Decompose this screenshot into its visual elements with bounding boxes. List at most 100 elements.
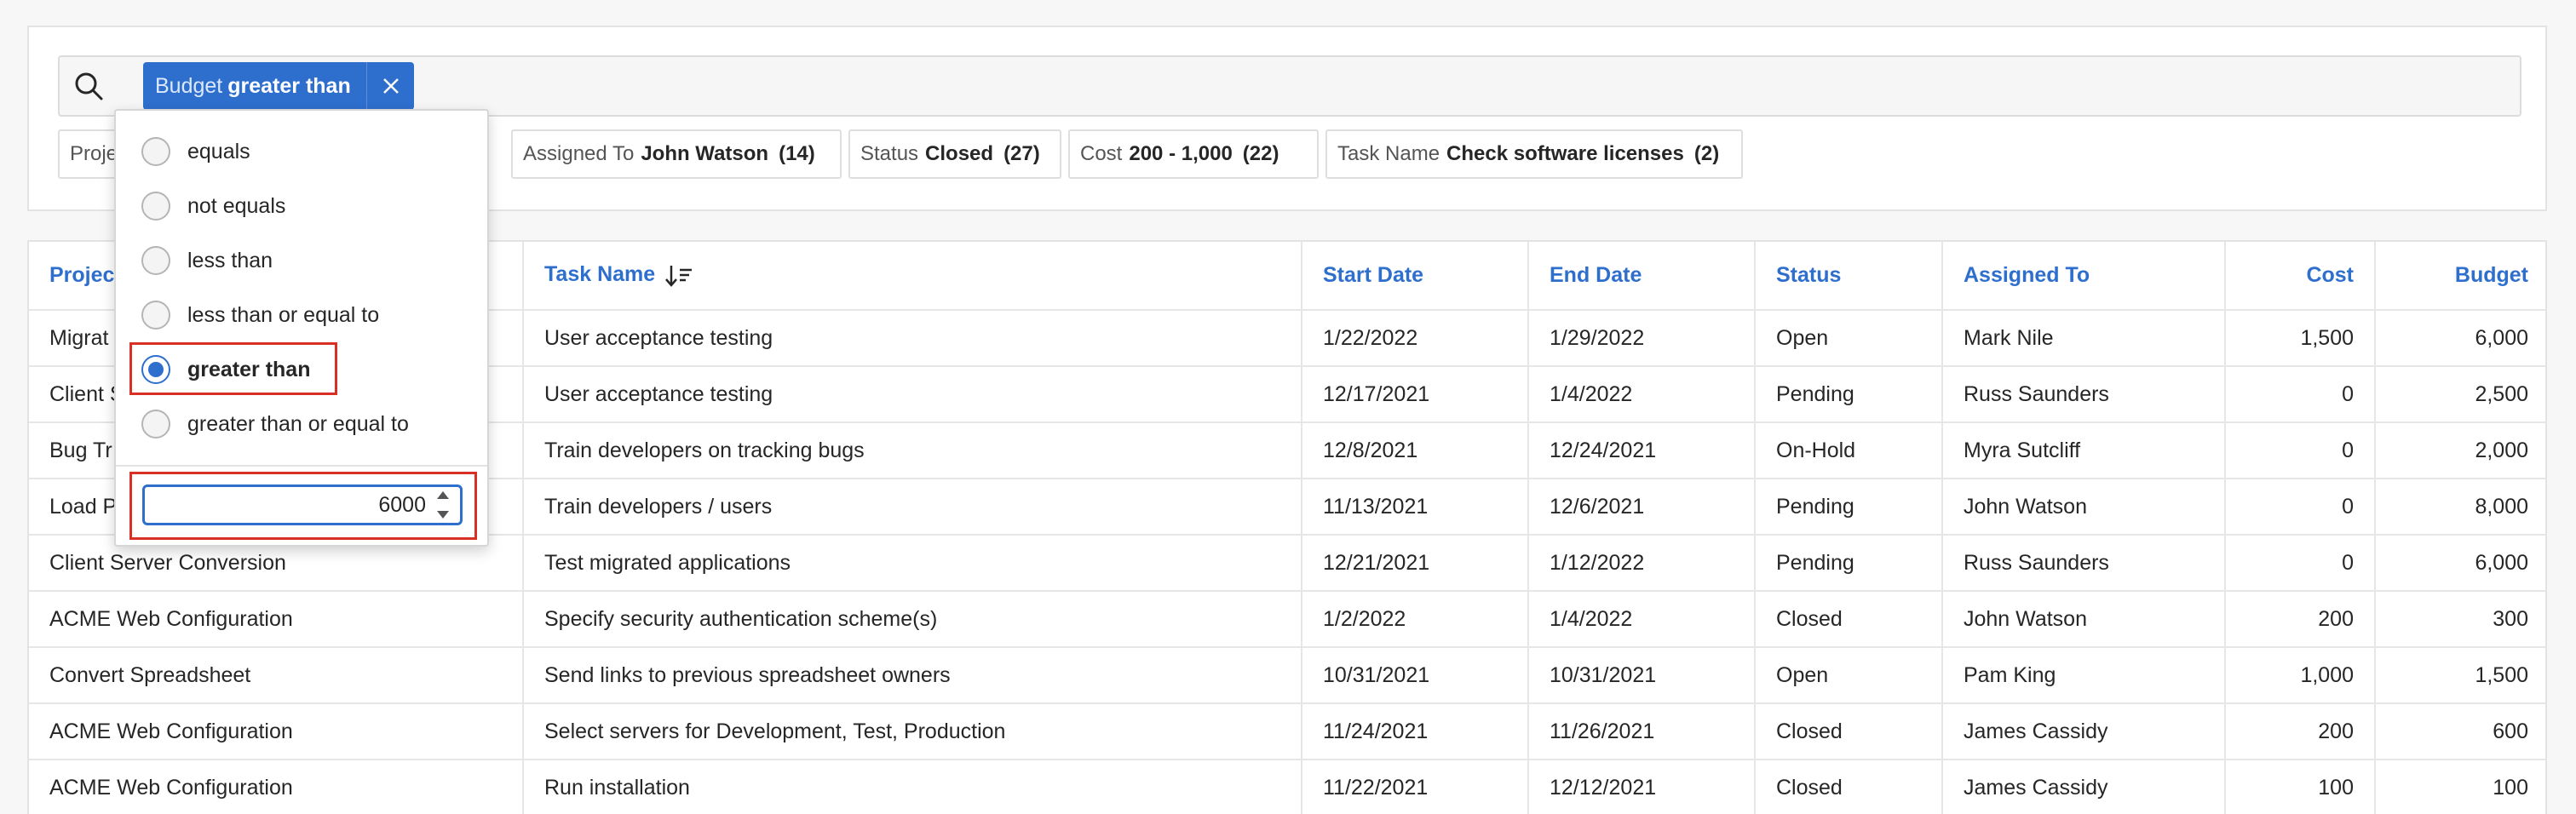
cell-task-name: Train developers on tracking bugs bbox=[523, 422, 1302, 479]
column-header-task-name[interactable]: Task Name bbox=[523, 242, 1302, 311]
facet-value: 200 - 1,000 bbox=[1129, 142, 1233, 165]
radio-button[interactable] bbox=[141, 410, 170, 439]
budget-filter-chip[interactable]: Budget greater than bbox=[143, 62, 414, 110]
cell-start-date: 1/2/2022 bbox=[1302, 591, 1529, 648]
divider bbox=[116, 465, 487, 467]
cell-end-date: 1/29/2022 bbox=[1528, 310, 1756, 367]
facet-count: (2) bbox=[1693, 142, 1720, 165]
cell-status: Closed bbox=[1755, 591, 1943, 648]
cell-end-date: 12/24/2021 bbox=[1528, 422, 1756, 479]
cell-start-date: 11/24/2021 bbox=[1302, 703, 1529, 760]
cell-status: Closed bbox=[1755, 703, 1943, 760]
radio-button-selected[interactable] bbox=[141, 355, 170, 384]
cell-end-date: 10/31/2021 bbox=[1528, 647, 1756, 704]
cell-start-date: 1/22/2022 bbox=[1302, 310, 1529, 367]
radio-button[interactable] bbox=[141, 192, 170, 221]
spinner-down-icon[interactable] bbox=[437, 511, 449, 519]
cell-status: On-Hold bbox=[1755, 422, 1943, 479]
cell-task-name: Test migrated applications bbox=[523, 535, 1302, 592]
column-header-assigned-to[interactable]: Assigned To bbox=[1942, 242, 2226, 311]
option-less-than[interactable]: less than bbox=[141, 244, 273, 278]
sort-descending-icon[interactable] bbox=[664, 263, 693, 289]
option-label: greater than or equal to bbox=[187, 411, 409, 436]
cell-end-date: 12/6/2021 bbox=[1528, 479, 1756, 536]
cell-budget: 2,000 bbox=[2375, 422, 2545, 479]
cell-cost: 1,000 bbox=[2225, 647, 2376, 704]
cell-task-name: User acceptance testing bbox=[523, 366, 1302, 423]
facet-label: Task Name bbox=[1337, 142, 1440, 165]
cell-assigned-to: Myra Sutcliff bbox=[1942, 422, 2226, 479]
facet-assigned-to[interactable]: Assigned To John Watson (14) bbox=[511, 129, 842, 179]
budget-value-input[interactable] bbox=[142, 484, 463, 525]
cell-task-name: User acceptance testing bbox=[523, 310, 1302, 367]
table-row[interactable]: Convert Spreadsheet Send links to previou… bbox=[29, 647, 2545, 704]
option-less-than-or-equal-to[interactable]: less than or equal to bbox=[141, 298, 379, 332]
number-spinner[interactable] bbox=[432, 491, 454, 519]
cell-end-date: 1/4/2022 bbox=[1528, 591, 1756, 648]
cell-status: Pending bbox=[1755, 535, 1943, 592]
cell-cost: 0 bbox=[2225, 479, 2376, 536]
close-icon bbox=[382, 78, 399, 94]
cell-start-date: 11/13/2021 bbox=[1302, 479, 1529, 536]
column-header-budget[interactable]: Budget bbox=[2375, 242, 2545, 311]
cell-assigned-to: James Cassidy bbox=[1942, 760, 2226, 814]
spinner-up-icon[interactable] bbox=[437, 491, 449, 499]
cell-start-date: 12/8/2021 bbox=[1302, 422, 1529, 479]
column-header-end-date[interactable]: End Date bbox=[1528, 242, 1756, 311]
option-greater-than[interactable]: greater than bbox=[141, 353, 310, 387]
table-row[interactable]: ACME Web Configuration Specify security a… bbox=[29, 591, 2545, 648]
facet-label: Proje bbox=[70, 142, 118, 165]
cell-assigned-to: James Cassidy bbox=[1942, 703, 2226, 760]
cell-assigned-to: John Watson bbox=[1942, 479, 2226, 536]
option-not-equals[interactable]: not equals bbox=[141, 189, 285, 223]
cell-project: Convert Spreadsheet bbox=[29, 647, 524, 704]
cell-budget: 8,000 bbox=[2375, 479, 2545, 536]
cell-task-name: Run installation bbox=[523, 760, 1302, 814]
table-row[interactable]: ACME Web Configuration Select servers for… bbox=[29, 703, 2545, 760]
cell-budget: 6,000 bbox=[2375, 535, 2545, 592]
chip-operator: greater than bbox=[227, 73, 351, 98]
facet-task-name[interactable]: Task Name Check software licenses (2) bbox=[1325, 129, 1743, 179]
cell-start-date: 12/21/2021 bbox=[1302, 535, 1529, 592]
cell-task-name: Train developers / users bbox=[523, 479, 1302, 536]
radio-button[interactable] bbox=[141, 246, 170, 275]
cell-start-date: 12/17/2021 bbox=[1302, 366, 1529, 423]
column-header-cost[interactable]: Cost bbox=[2225, 242, 2376, 311]
cell-start-date: 10/31/2021 bbox=[1302, 647, 1529, 704]
column-header-label: Task Name bbox=[544, 262, 656, 287]
facet-count: (27) bbox=[1003, 142, 1040, 165]
radio-button[interactable] bbox=[141, 137, 170, 166]
cell-assigned-to: Pam King bbox=[1942, 647, 2226, 704]
cell-task-name: Specify security authentication scheme(s… bbox=[523, 591, 1302, 648]
option-label: not equals bbox=[187, 193, 286, 218]
facet-cost[interactable]: Cost 200 - 1,000 (22) bbox=[1068, 129, 1319, 179]
cell-status: Pending bbox=[1755, 366, 1943, 423]
chip-text[interactable]: Budget greater than bbox=[143, 74, 366, 99]
column-header-start-date[interactable]: Start Date bbox=[1302, 242, 1529, 311]
chip-field-label: Budget bbox=[155, 73, 223, 98]
cell-cost: 1,500 bbox=[2225, 310, 2376, 367]
highlight-box-value-input bbox=[129, 472, 477, 540]
table-row[interactable]: ACME Web Configuration Run installation 11… bbox=[29, 760, 2545, 814]
option-equals[interactable]: equals bbox=[141, 135, 250, 169]
cell-task-name: Select servers for Development, Test, Pr… bbox=[523, 703, 1302, 760]
option-label: less than bbox=[187, 248, 273, 272]
option-greater-than-or-equal-to[interactable]: greater than or equal to bbox=[141, 407, 409, 441]
facet-value: Check software licenses bbox=[1446, 142, 1684, 165]
facet-status[interactable]: Status Closed (27) bbox=[848, 129, 1061, 179]
cell-assigned-to: Russ Saunders bbox=[1942, 535, 2226, 592]
cell-start-date: 11/22/2021 bbox=[1302, 760, 1529, 814]
search-box[interactable]: Budget greater than bbox=[58, 55, 2521, 117]
radio-button[interactable] bbox=[141, 301, 170, 330]
cell-end-date: 12/12/2021 bbox=[1528, 760, 1756, 814]
facet-value: John Watson bbox=[641, 142, 769, 165]
facet-label: Status bbox=[860, 142, 919, 165]
cell-budget: 300 bbox=[2375, 591, 2545, 648]
cell-end-date: 1/12/2022 bbox=[1528, 535, 1756, 592]
cell-assigned-to: John Watson bbox=[1942, 591, 2226, 648]
cell-assigned-to: Russ Saunders bbox=[1942, 366, 2226, 423]
cell-budget: 100 bbox=[2375, 760, 2545, 814]
chip-remove-button[interactable] bbox=[367, 62, 414, 110]
option-label: less than or equal to bbox=[187, 302, 380, 327]
column-header-status[interactable]: Status bbox=[1755, 242, 1943, 311]
